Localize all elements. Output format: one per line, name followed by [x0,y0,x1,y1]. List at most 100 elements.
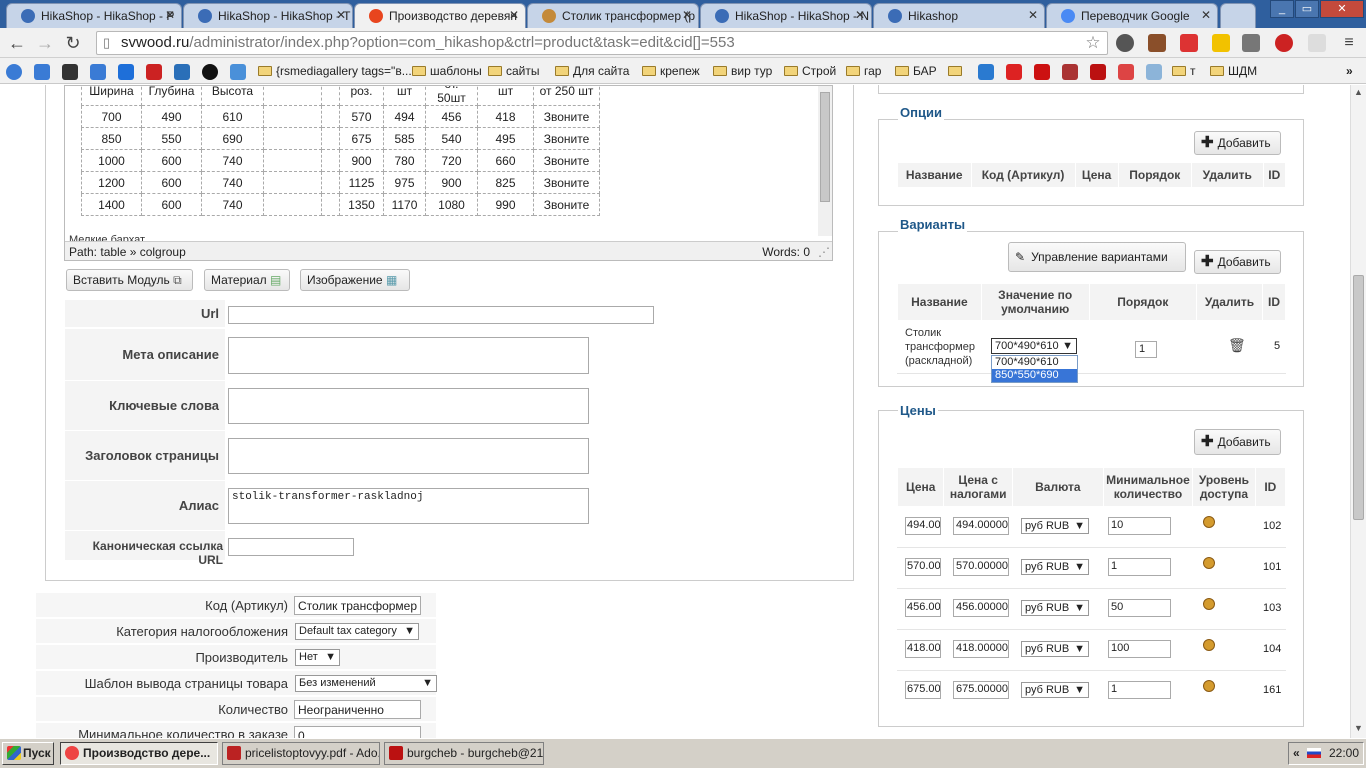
currency-select[interactable]: руб RUB ▼ [1021,518,1089,534]
min-qty-input[interactable]: 0 [294,726,421,738]
more-bookmarks-icon[interactable]: » [1346,62,1353,80]
tax-select[interactable]: Default tax category ▼ [295,623,419,640]
close-tab-icon[interactable]: ✕ [682,8,692,22]
browser-tab-2[interactable]: HikaShop - HikaShop - T ✕ [183,3,353,28]
browser-tab-6[interactable]: Hikashop ✕ [873,3,1045,28]
extension-icon[interactable] [1242,34,1260,52]
currency-select[interactable]: руб RUB ▼ [1021,559,1089,575]
back-icon[interactable]: ← [6,32,28,54]
star-icon[interactable]: ☆ [1082,32,1104,54]
bookmark-icon[interactable] [6,64,22,80]
currency-select[interactable]: руб RUB ▼ [1021,600,1089,616]
page-scrollbar[interactable]: ▲ ▼ [1350,85,1366,738]
page-title-textarea[interactable] [228,438,589,474]
alias-textarea[interactable]: stolik-transformer-raskladnoj [228,488,589,524]
prices-add-button[interactable]: ✚ Добавить [1194,429,1281,455]
yandex-icon[interactable] [1180,34,1198,52]
price-tax-input[interactable]: 675.00000 [953,681,1009,699]
mail-icon[interactable] [62,64,78,80]
browser-tab-3[interactable]: Производство деревян ✕ [354,3,526,28]
close-tab-icon[interactable]: ✕ [165,8,175,22]
bookmark-icon[interactable] [1062,64,1078,80]
canonical-input[interactable] [228,538,354,556]
bookmark-folder-7[interactable]: Строй [784,62,836,80]
close-tab-icon[interactable]: ✕ [509,8,519,22]
bookmark-icon[interactable] [90,64,106,80]
gear-icon[interactable] [1116,34,1134,52]
bookmark-folder-11[interactable]: ШДМ [1210,62,1257,80]
extension-icon[interactable] [1148,34,1166,52]
users-icon[interactable] [1203,680,1215,692]
menu-icon[interactable]: ≡ [1338,32,1360,54]
code-input[interactable]: Столик трансформер (ра [294,596,421,615]
start-button[interactable]: Пуск [2,742,54,765]
price-tax-input[interactable]: 418.00000 [953,640,1009,658]
bookmark-icon[interactable] [1034,64,1050,80]
bookmark-folder-blank[interactable] [948,62,966,80]
bookmark-folder-10[interactable]: т [1172,62,1196,80]
price-tax-input[interactable]: 570.00000 [953,558,1009,576]
address-bar[interactable]: ▯ svwood.ru/administrator/index.php?optio… [96,31,1108,55]
taskbar-item-pdf[interactable]: pricelistoptovyy.pdf - Ado... [222,742,380,765]
bookmark-icon[interactable] [146,64,162,80]
min-qty-input[interactable]: 100 [1108,640,1171,658]
bookmark-icon[interactable] [978,64,994,80]
price-tax-input[interactable]: 456.00000 [953,599,1009,617]
reload-icon[interactable]: ↻ [62,32,84,54]
close-window-icon[interactable]: ✕ [1320,0,1364,18]
wysiwyg-editor[interactable]: Ширина Глубина Высота роз. шт от. 50шт ш… [64,85,833,261]
bookmark-folder-8[interactable]: гар [846,62,881,80]
tray-expand-icon[interactable]: « [1293,746,1300,760]
dropdown-option[interactable]: 700*490*610 [992,356,1077,369]
min-qty-input[interactable]: 10 [1108,517,1171,535]
russian-flag-icon[interactable] [1307,748,1321,758]
adblock-icon[interactable] [1275,34,1293,52]
price-tax-input[interactable]: 494.00000 [953,517,1009,535]
bookmark-icon[interactable] [230,64,246,80]
insert-module-button[interactable]: Вставить Модуль ⧉ [66,269,193,291]
image-button[interactable]: Изображение ▦ [300,269,410,291]
bookmark-icon[interactable] [1006,64,1022,80]
currency-select[interactable]: руб RUB ▼ [1021,641,1089,657]
close-tab-icon[interactable]: ✕ [855,8,865,22]
close-tab-icon[interactable]: ✕ [1201,8,1211,22]
users-icon[interactable] [1203,639,1215,651]
extension-icon[interactable] [1308,34,1326,52]
url-input[interactable] [228,306,654,324]
gmail-icon[interactable] [1118,64,1134,80]
forward-icon[interactable]: → [34,32,56,54]
variants-add-button[interactable]: ✚ Добавить [1194,250,1281,274]
extension-icon[interactable] [1212,34,1230,52]
editor-scrollbar[interactable] [818,86,832,236]
bookmark-folder-1[interactable]: {rsmediagallery tags="в... [258,62,412,80]
minimize-icon[interactable]: _ [1270,0,1294,18]
manage-variants-button[interactable]: ✎ Управление вариантами [1008,242,1186,272]
min-qty-input[interactable]: 1 [1108,558,1171,576]
taskbar-item-chrome[interactable]: Производство дере... [60,742,218,765]
bookmark-icon[interactable] [118,64,134,80]
scroll-up-icon[interactable]: ▲ [1354,87,1363,97]
currency-select[interactable]: руб RUB ▼ [1021,682,1089,698]
bookmark-folder-5[interactable]: крепеж [642,62,700,80]
close-tab-icon[interactable]: ✕ [336,8,346,22]
dropdown-option-highlighted[interactable]: 850*550*690 [992,369,1077,382]
default-value-select[interactable]: 700*490*610 ▼ [991,338,1077,354]
material-button[interactable]: Материал ▤ [204,269,290,291]
quantity-input[interactable]: Неограниченно [294,700,421,719]
resize-handle-icon[interactable]: ⋰ [818,242,830,260]
scroll-down-icon[interactable]: ▼ [1354,723,1363,733]
users-icon[interactable] [1203,598,1215,610]
variant-order-input[interactable]: 1 [1135,341,1157,358]
price-input[interactable]: 418.00 [905,640,941,658]
price-input[interactable]: 494.00 [905,517,941,535]
browser-tab-1[interactable]: HikaShop - HikaShop - P ✕ [6,3,182,28]
new-tab-button[interactable] [1220,3,1256,28]
bookmark-folder-9[interactable]: БАР [895,62,937,80]
editor-scroll-thumb[interactable] [820,92,830,202]
browser-tab-4[interactable]: Столик трансформер (р ✕ [527,3,699,28]
bookmark-icon[interactable] [202,64,218,80]
meta-description-textarea[interactable] [228,337,589,374]
maximize-icon[interactable]: ▭ [1295,0,1319,18]
bookmark-icon[interactable] [34,64,50,80]
min-qty-input[interactable]: 1 [1108,681,1171,699]
